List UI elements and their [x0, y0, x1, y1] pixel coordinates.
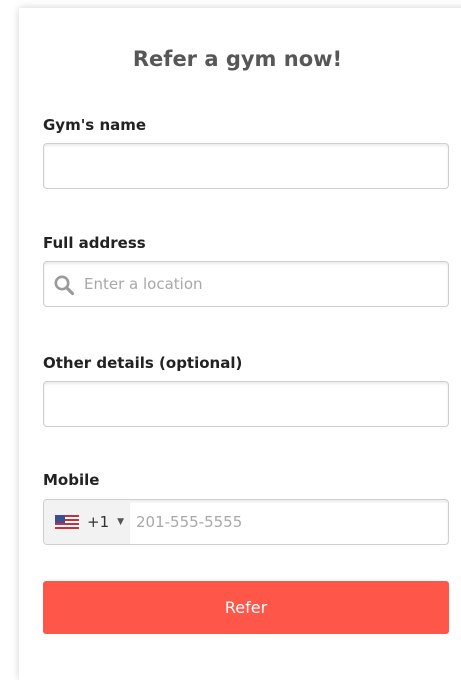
page-title: Refer a gym now!	[132, 47, 343, 71]
gym-name-field-wrapper	[43, 143, 449, 189]
search-icon	[54, 275, 75, 296]
details-label: Other details (optional)	[43, 354, 243, 372]
gym-name-input[interactable]	[44, 144, 448, 188]
address-label: Full address	[43, 234, 146, 252]
refer-gym-card: Refer a gym now! Gym's name Full address…	[19, 8, 461, 680]
country-code-selector[interactable]: +1 ▼	[44, 500, 130, 544]
refer-button[interactable]: Refer	[43, 581, 449, 634]
country-dial-code: +1	[87, 513, 110, 531]
address-field-wrapper	[43, 261, 449, 307]
mobile-input[interactable]	[130, 500, 448, 544]
us-flag-icon	[55, 515, 79, 529]
caret-down-icon: ▼	[117, 517, 125, 527]
details-input[interactable]	[44, 382, 448, 426]
gym-name-label: Gym's name	[43, 116, 147, 134]
details-field-wrapper	[43, 381, 449, 427]
mobile-label: Mobile	[43, 471, 100, 489]
address-input[interactable]	[44, 262, 448, 306]
mobile-field-wrapper: +1 ▼	[43, 499, 449, 545]
